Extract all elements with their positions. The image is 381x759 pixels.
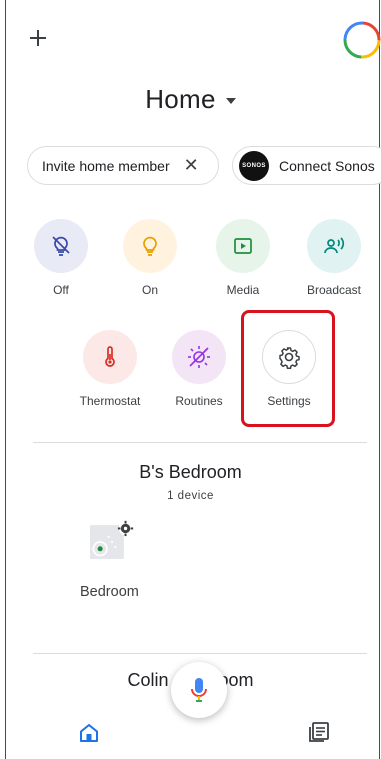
page-title: Home xyxy=(145,84,216,114)
routines-icon xyxy=(172,330,226,384)
action-media[interactable]: Media xyxy=(203,219,283,297)
close-icon[interactable]: ✕ xyxy=(184,155,199,176)
device-label: Bedroom xyxy=(80,584,139,600)
light-off-icon xyxy=(34,219,88,273)
broadcast-icon xyxy=(307,219,361,273)
action-label-on: On xyxy=(141,283,158,297)
plus-icon[interactable] xyxy=(27,27,49,49)
speaker-device-icon xyxy=(90,520,134,559)
sonos-chip-label: Connect Sonos xyxy=(279,157,375,174)
app-screen: Home Invite home member ✕ SONOS Connect … xyxy=(0,0,381,759)
thermometer-icon xyxy=(83,330,137,384)
action-label-media: Media xyxy=(226,283,260,297)
action-off[interactable]: Off xyxy=(21,219,101,297)
home-tab-icon[interactable] xyxy=(79,723,99,743)
action-label-thermostat: Thermostat xyxy=(79,394,141,408)
light-on-icon xyxy=(123,219,177,273)
connect-sonos-chip[interactable]: SONOS Connect Sonos xyxy=(232,146,381,185)
room-device-count: 1 device xyxy=(167,490,214,502)
settings-highlight-box xyxy=(241,310,335,427)
sonos-logo: SONOS xyxy=(239,150,269,181)
assistant-mic-button[interactable] xyxy=(171,662,227,718)
google-account-ring-icon xyxy=(343,21,381,59)
action-thermostat[interactable]: Thermostat xyxy=(70,330,150,408)
media-icon xyxy=(216,219,270,273)
account-avatar[interactable] xyxy=(341,19,381,61)
action-on[interactable]: On xyxy=(110,219,190,297)
action-label-routines: Routines xyxy=(175,394,223,408)
action-label-off: Off xyxy=(53,283,69,297)
action-routines[interactable]: Routines xyxy=(159,330,239,408)
invite-home-member-chip[interactable]: Invite home member ✕ xyxy=(27,146,219,185)
action-label-broadcast: Broadcast xyxy=(306,283,362,297)
action-broadcast[interactable]: Broadcast xyxy=(294,219,374,297)
caret-down-icon xyxy=(225,97,236,104)
home-selector[interactable]: Home xyxy=(0,84,381,115)
section-divider xyxy=(33,442,367,443)
feed-tab-icon[interactable] xyxy=(308,721,330,743)
room2-name-left: Colin xyxy=(127,670,169,690)
section-divider-2 xyxy=(33,653,367,654)
invite-chip-label: Invite home member xyxy=(42,157,170,174)
microphone-icon xyxy=(191,678,207,702)
room-title[interactable]: B's Bedroom xyxy=(0,462,381,483)
